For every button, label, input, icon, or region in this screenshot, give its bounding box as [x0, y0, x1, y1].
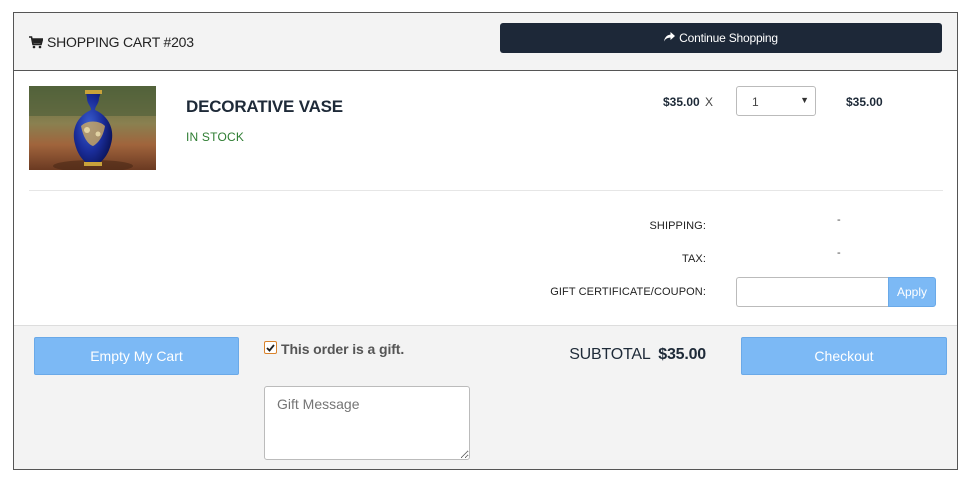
gift-message-field[interactable]	[264, 386, 470, 460]
unit-price: $35.00 X	[663, 95, 713, 109]
apply-coupon-button[interactable]: Apply	[888, 277, 936, 307]
unit-price-value: $35.00	[663, 95, 700, 109]
continue-shopping-button[interactable]: Continue Shopping	[500, 23, 942, 53]
times-symbol: X	[705, 95, 714, 109]
cart-title-text: SHOPPING CART #203	[47, 34, 194, 50]
shipping-label: SHIPPING:	[649, 220, 706, 232]
subtotal-label: SUBTOTAL	[569, 346, 650, 363]
coupon-label: GIFT CERTIFICATE/COUPON:	[550, 286, 706, 298]
chevron-down-icon: ▼	[800, 95, 809, 105]
subtotal: SUBTOTAL $35.00	[569, 346, 706, 364]
cart-icon	[29, 35, 43, 49]
empty-cart-button[interactable]: Empty My Cart	[34, 337, 239, 375]
cart-footer: Empty My Cart This order is a gift. SUBT…	[14, 325, 957, 469]
divider	[29, 190, 943, 191]
product-image[interactable]	[29, 86, 156, 170]
quantity-select[interactable]: 1 ▼	[736, 86, 816, 116]
shipping-value: -	[837, 214, 841, 226]
coupon-input[interactable]	[736, 277, 889, 307]
product-name[interactable]: DECORATIVE VASE	[186, 97, 343, 117]
subtotal-value: $35.00	[658, 346, 706, 363]
checkmark-icon	[266, 339, 275, 357]
cart-header: SHOPPING CART #203 Continue Shopping	[14, 13, 957, 71]
stock-status: IN STOCK	[186, 130, 245, 144]
line-total: $35.00	[846, 95, 883, 109]
gift-checkbox[interactable]	[264, 341, 277, 354]
cart-title: SHOPPING CART #203	[29, 34, 194, 50]
checkout-button[interactable]: Checkout	[741, 337, 947, 375]
tax-value: -	[837, 247, 841, 259]
tax-label: TAX:	[681, 253, 706, 265]
quantity-value: 1	[752, 95, 759, 109]
gift-checkbox-label[interactable]: This order is a gift.	[281, 341, 404, 357]
continue-shopping-label: Continue Shopping	[679, 31, 778, 45]
shopping-cart-panel: SHOPPING CART #203 Continue Shopping DEC…	[13, 12, 958, 470]
share-arrow-icon	[664, 31, 676, 45]
